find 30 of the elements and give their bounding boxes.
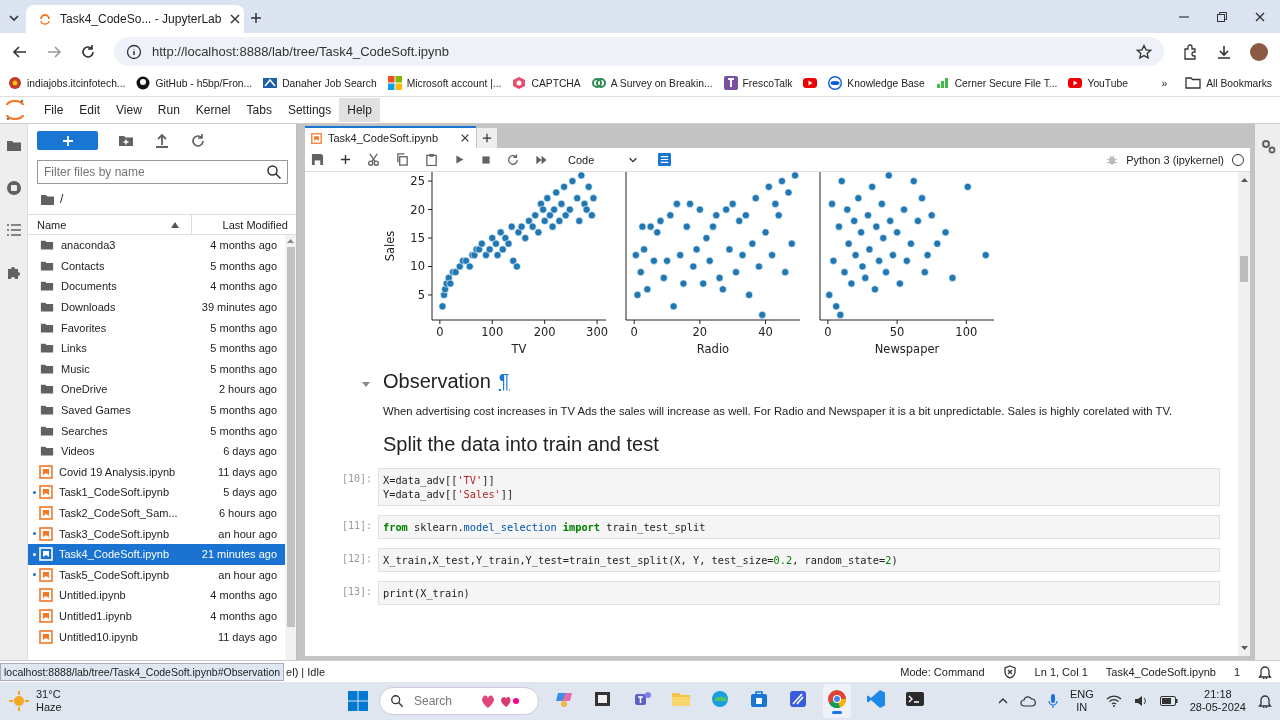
tick-label: 0 (436, 325, 444, 339)
tick-label: 20 (410, 202, 425, 217)
execution-count: [10]: (340, 472, 373, 486)
axis-label: Sales (383, 230, 397, 262)
tick-label: 10 (410, 259, 425, 274)
execution-count: [13]: (340, 585, 373, 599)
tick-label: 100 (955, 325, 978, 339)
file-name: Task4_CodeSoft.ipynb (1105, 665, 1216, 678)
tick-label: 15 (410, 231, 425, 246)
tick-label: 0 (824, 325, 832, 339)
link-preview: localhost:8888/lab/tree/Task4_CodeSoft.ipynb#Observation (0, 662, 285, 681)
tick-label: 200 (533, 325, 556, 339)
weather-condition: Haze (36, 701, 62, 714)
paragraph: When advertising cost increases in TV Ads the sales will increase as well. For Radio and Newspaper it is a bit unpredictable. Sales is highly corelated with TV. (383, 405, 1174, 417)
axis-label: Newspaper (874, 342, 940, 356)
axis-label: Radio (696, 342, 730, 356)
tick-label: 20 (692, 325, 708, 339)
execution-count: [12]: (340, 552, 373, 566)
tick-label: 100 (481, 325, 504, 339)
temperature: 31°C (36, 688, 62, 701)
section-heading: Observation (383, 370, 491, 393)
tick-label: 25 (410, 174, 425, 189)
tick-label: 40 (758, 325, 773, 339)
tick-label: 50 (889, 325, 905, 339)
tick-label: 0 (630, 325, 638, 339)
section-heading: Split the data into train and test (383, 433, 659, 456)
axis-label: TV (511, 342, 527, 356)
tick-label: 5 (417, 287, 425, 302)
tick-label: 300 (586, 325, 609, 339)
execution-count: [11]: (340, 519, 373, 533)
